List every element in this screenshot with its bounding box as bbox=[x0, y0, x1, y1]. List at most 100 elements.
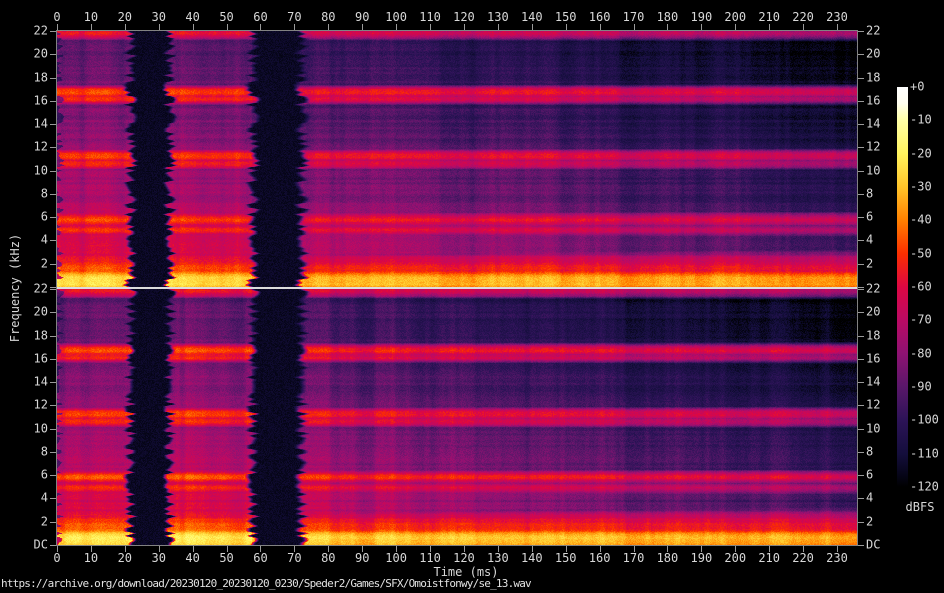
tick-mark bbox=[159, 546, 160, 552]
tick-mark bbox=[858, 240, 864, 241]
freq-tick-label: 2 bbox=[0, 257, 48, 270]
time-tick-label: 230 bbox=[826, 11, 848, 24]
tick-mark bbox=[227, 24, 228, 30]
tick-mark bbox=[858, 101, 864, 102]
tick-mark bbox=[858, 171, 864, 172]
colorbar-unit-label: dBFS bbox=[898, 500, 942, 514]
time-tick-label: 170 bbox=[623, 552, 645, 565]
colorbar-tick-label: -10 bbox=[910, 114, 932, 127]
time-tick-label: 80 bbox=[321, 11, 335, 24]
time-tick-label: 10 bbox=[84, 11, 98, 24]
tick-mark bbox=[803, 24, 804, 30]
time-tick-label: 140 bbox=[521, 11, 543, 24]
freq-tick-label: 22 bbox=[0, 283, 48, 296]
tick-mark bbox=[57, 24, 58, 30]
colorbar-tick-label: -20 bbox=[910, 147, 932, 160]
tick-mark bbox=[566, 546, 567, 552]
time-tick-label: 210 bbox=[758, 552, 780, 565]
tick-mark bbox=[858, 452, 864, 453]
time-tick-label: 110 bbox=[419, 11, 441, 24]
tick-mark bbox=[858, 429, 864, 430]
tick-mark bbox=[735, 546, 736, 552]
tick-mark bbox=[260, 24, 261, 30]
freq-tick-label: 20 bbox=[866, 306, 880, 319]
freq-tick-label: 14 bbox=[0, 118, 48, 131]
time-tick-label: 180 bbox=[657, 552, 679, 565]
time-tick-label: 20 bbox=[118, 11, 132, 24]
freq-tick-label: 4 bbox=[866, 492, 873, 505]
tick-mark bbox=[858, 124, 864, 125]
tick-mark bbox=[50, 382, 56, 383]
time-tick-label: 140 bbox=[521, 552, 543, 565]
tick-mark bbox=[837, 546, 838, 552]
freq-tick-label: 14 bbox=[866, 118, 880, 131]
colorbar-tick-label: -110 bbox=[910, 447, 939, 460]
time-tick-label: 220 bbox=[792, 11, 814, 24]
time-tick-label: 200 bbox=[724, 11, 746, 24]
tick-mark bbox=[57, 546, 58, 552]
freq-tick-label: 6 bbox=[0, 211, 48, 224]
colorbar-gradient bbox=[897, 87, 908, 487]
tick-mark bbox=[858, 359, 864, 360]
tick-mark bbox=[50, 336, 56, 337]
time-tick-label: 130 bbox=[487, 552, 509, 565]
freq-tick-label: 4 bbox=[866, 234, 873, 247]
tick-mark bbox=[50, 124, 56, 125]
time-tick-label: 190 bbox=[691, 11, 713, 24]
tick-mark bbox=[125, 24, 126, 30]
freq-tick-label: 10 bbox=[866, 422, 880, 435]
time-tick-label: 100 bbox=[385, 552, 407, 565]
tick-mark bbox=[858, 405, 864, 406]
tick-mark bbox=[50, 78, 56, 79]
tick-mark bbox=[464, 24, 465, 30]
time-tick-label: 180 bbox=[657, 11, 679, 24]
time-tick-label: 230 bbox=[826, 552, 848, 565]
time-tick-label: 220 bbox=[792, 552, 814, 565]
time-tick-label: 200 bbox=[724, 552, 746, 565]
freq-tick-label: 22 bbox=[0, 25, 48, 38]
colorbar-tick-label: -80 bbox=[910, 347, 932, 360]
tick-mark bbox=[858, 336, 864, 337]
time-tick-label: 0 bbox=[53, 552, 60, 565]
tick-mark bbox=[50, 171, 56, 172]
freq-tick-label: 10 bbox=[0, 422, 48, 435]
time-tick-label: 150 bbox=[555, 552, 577, 565]
tick-mark bbox=[769, 546, 770, 552]
tick-mark bbox=[735, 24, 736, 30]
tick-mark bbox=[858, 312, 864, 313]
tick-mark bbox=[667, 546, 668, 552]
time-tick-label: 150 bbox=[555, 11, 577, 24]
colorbar-tick-label: -60 bbox=[910, 281, 932, 294]
tick-mark bbox=[858, 31, 864, 32]
freq-tick-label: 12 bbox=[866, 141, 880, 154]
tick-mark bbox=[667, 24, 668, 30]
time-tick-label: 20 bbox=[118, 552, 132, 565]
colorbar-tick-label: -40 bbox=[910, 214, 932, 227]
time-tick-label: 40 bbox=[185, 11, 199, 24]
time-tick-label: 90 bbox=[355, 552, 369, 565]
tick-mark bbox=[294, 546, 295, 552]
freq-tick-label: 18 bbox=[0, 71, 48, 84]
colorbar-tick-label: -90 bbox=[910, 381, 932, 394]
tick-mark bbox=[498, 24, 499, 30]
time-tick-label: 0 bbox=[53, 11, 60, 24]
freq-tick-label: 8 bbox=[0, 187, 48, 200]
tick-mark bbox=[600, 546, 601, 552]
colorbar-tick-label: -30 bbox=[910, 181, 932, 194]
tick-mark bbox=[328, 24, 329, 30]
freq-tick-label: 22 bbox=[866, 283, 880, 296]
freq-tick-label: 8 bbox=[866, 445, 873, 458]
tick-mark bbox=[50, 287, 56, 288]
freq-tick-label: 6 bbox=[866, 469, 873, 482]
freq-tick-label: 10 bbox=[866, 164, 880, 177]
time-tick-label: 170 bbox=[623, 11, 645, 24]
freq-tick-label: 12 bbox=[0, 399, 48, 412]
time-tick-label: 90 bbox=[355, 11, 369, 24]
tick-mark bbox=[858, 545, 864, 546]
tick-mark bbox=[532, 24, 533, 30]
freq-tick-label: 14 bbox=[866, 376, 880, 389]
tick-mark bbox=[50, 359, 56, 360]
tick-mark bbox=[634, 546, 635, 552]
tick-mark bbox=[701, 546, 702, 552]
freq-tick-label: 2 bbox=[866, 515, 873, 528]
